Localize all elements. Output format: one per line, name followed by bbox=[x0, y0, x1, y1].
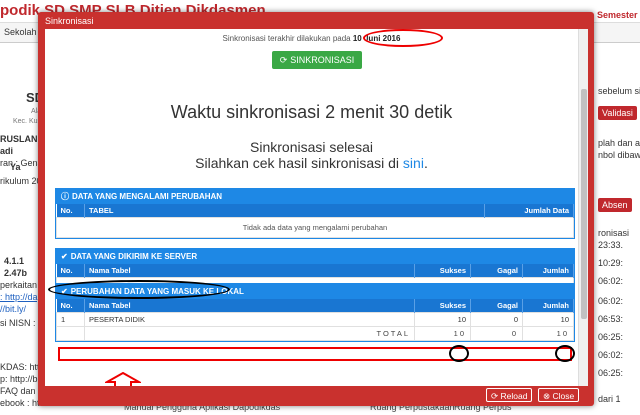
col-header-gagal: Gagal bbox=[470, 299, 523, 312]
info-link-2[interactable]: //bit.ly/ bbox=[0, 304, 26, 314]
sync-log-time: 06:02: bbox=[598, 296, 624, 306]
total-row: TOTAL 10 0 10 bbox=[56, 325, 574, 341]
last-sync-info: Sinkronisasi terakhir dilakukan pada 10 … bbox=[45, 34, 578, 43]
annotation-box-row bbox=[58, 347, 572, 361]
yes-label: Ya bbox=[10, 162, 21, 172]
reload-button[interactable]: ⟳ Reload bbox=[486, 388, 533, 402]
panel-changed-data: ⓘ DATA YANG MENGALAMI PERUBAHAN No. TABEL… bbox=[55, 188, 575, 239]
info-icon: ⓘ bbox=[61, 192, 69, 201]
modal-scrollbar[interactable] bbox=[578, 29, 588, 386]
total-jumlah: 10 bbox=[522, 325, 574, 341]
annotation-ellipse-lokal bbox=[48, 280, 230, 299]
annotation-ellipse-jumlah bbox=[555, 345, 575, 362]
last-sync-label: Sinkronisasi terakhir dilakukan pada bbox=[222, 34, 351, 43]
col-header-sukses: Sukses bbox=[414, 299, 471, 312]
sync-modal: Sinkronisasi Sinkronisasi terakhir dilak… bbox=[38, 12, 594, 406]
annotation-ellipse-sukses bbox=[449, 345, 469, 362]
local-data-table: No. Nama Tabel Sukses Gagal Jumlah 1 PES… bbox=[56, 299, 574, 341]
close-label: Close bbox=[552, 391, 575, 401]
sync-log-time: 06:53: bbox=[598, 314, 624, 324]
check-results-link[interactable]: sini bbox=[403, 155, 424, 171]
cell-sukses: 10 bbox=[414, 311, 471, 327]
sync-check-message: Silahkan cek hasil sinkronisasi di sini. bbox=[45, 155, 578, 171]
sync-log-time: 06:02: bbox=[598, 350, 624, 360]
operator-name: RUSLAN bbox=[0, 134, 38, 144]
col-header-no: No. bbox=[56, 204, 85, 217]
cell-empty bbox=[56, 325, 85, 341]
panel-header: ✔ DATA YANG DIKIRIM KE SERVER bbox=[56, 249, 574, 264]
sync-log-title: ronisasi bbox=[598, 228, 630, 238]
check-message-text: Silahkan cek hasil sinkronisasi di bbox=[195, 155, 400, 171]
modal-title: Sinkronisasi bbox=[45, 16, 94, 26]
panel-header: ⓘ DATA YANG MENGALAMI PERUBAHAN bbox=[56, 189, 574, 204]
sync-log-time: 23:33. bbox=[598, 240, 624, 250]
sync-log-time: 10:29: bbox=[598, 258, 624, 268]
sync-button[interactable]: ⟳ SINKRONISASI bbox=[272, 51, 362, 69]
table-row: 1 PESERTA DIDIK 10 0 10 bbox=[56, 311, 574, 327]
col-header-no: No. bbox=[56, 264, 85, 277]
background-right-column: sebelum si Validasi plah dan ab nbol dib… bbox=[594, 58, 640, 415]
sync-log-time: 06:25: bbox=[598, 368, 624, 378]
right-note-2: plah dan ab bbox=[598, 138, 640, 148]
annotation-arrow-icon bbox=[105, 372, 141, 386]
col-header-jumlah: Jumlah bbox=[522, 264, 574, 277]
changed-data-table: No. TABEL Jumlah Data Tidak ada data yan… bbox=[56, 204, 574, 238]
reload-icon: ⟳ bbox=[491, 391, 499, 401]
col-header-no: No. bbox=[56, 299, 85, 312]
col-header-jumlah: Jumlah bbox=[522, 299, 574, 312]
version-number: 4.1.1 bbox=[4, 256, 25, 266]
panel-title: DATA YANG MENGALAMI PERUBAHAN bbox=[72, 192, 223, 201]
info-line-nisn: si NISN : bbox=[0, 318, 36, 328]
annotation-ellipse-date bbox=[363, 29, 443, 47]
sync-done-message: Sinkronisasi selesai bbox=[250, 139, 373, 155]
cell-no: 1 bbox=[56, 311, 85, 327]
build-number: 2.47b bbox=[4, 268, 28, 278]
modal-footer: ⟳ Reload ⊗ Close bbox=[45, 386, 588, 403]
col-header-nama-tabel: Nama Tabel bbox=[84, 299, 415, 312]
total-label: TOTAL bbox=[84, 325, 415, 341]
right-note-3: nbol dibawa bbox=[598, 150, 640, 160]
col-header-sukses: Sukses bbox=[414, 264, 471, 277]
right-note-1: sebelum si bbox=[598, 86, 640, 96]
col-header-gagal: Gagal bbox=[470, 264, 523, 277]
reload-label: Reload bbox=[500, 391, 528, 401]
school-district: Kec. Kus bbox=[13, 118, 42, 125]
nav-item-sekolah[interactable]: Sekolah bbox=[4, 27, 37, 37]
panel-title: DATA YANG DIKIRIM KE SERVER bbox=[70, 252, 198, 261]
cell-nama-tabel: PESERTA DIDIK bbox=[84, 311, 415, 327]
total-gagal: 0 bbox=[470, 325, 523, 341]
scroll-thumb[interactable] bbox=[581, 89, 587, 319]
col-header-nama-tabel: Nama Tabel bbox=[84, 264, 415, 277]
sync-button-label: SINKRONISASI bbox=[290, 55, 355, 65]
close-icon: ⊗ bbox=[543, 391, 551, 401]
pagination-label: dari 1 bbox=[598, 394, 621, 404]
close-button[interactable]: ⊗ Close bbox=[538, 388, 580, 402]
cell-gagal: 0 bbox=[470, 311, 523, 327]
cell-jumlah: 10 bbox=[522, 311, 574, 327]
info-link-1[interactable]: : http://dap bbox=[0, 292, 43, 302]
validasi-button[interactable]: Validasi bbox=[598, 106, 637, 120]
check-message-suffix: . bbox=[423, 155, 428, 171]
col-header-table: TABEL bbox=[84, 204, 485, 217]
modal-body: Sinkronisasi terakhir dilakukan pada 10 … bbox=[45, 29, 588, 386]
sync-log-time: 06:25: bbox=[598, 332, 624, 342]
empty-message: Tidak ada data yang mengalami perubahan bbox=[56, 216, 574, 238]
refresh-icon: ⟳ bbox=[279, 55, 288, 65]
info-line-ebook: ebook : htt bbox=[0, 398, 43, 408]
info-line-link3: p: http://b bbox=[0, 374, 38, 384]
sync-duration-message: Waktu sinkronisasi 2 menit 30 detik bbox=[170, 102, 453, 122]
absen-button[interactable]: Absen bbox=[598, 198, 632, 212]
sync-log-time: 06:02: bbox=[598, 276, 624, 286]
semester-label: Semester G bbox=[597, 10, 640, 20]
operator-role: adi bbox=[0, 146, 14, 156]
total-sukses: 10 bbox=[414, 325, 471, 341]
col-header-jumlah-data: Jumlah Data bbox=[484, 204, 574, 217]
check-icon: ✔ bbox=[61, 252, 68, 261]
